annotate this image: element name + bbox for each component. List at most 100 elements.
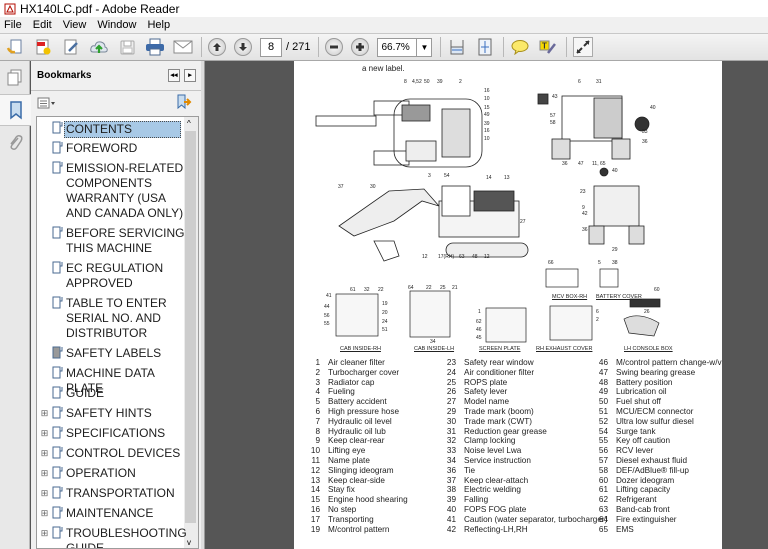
track-shape: [373, 150, 410, 166]
expand-plus-icon[interactable]: ⊞: [40, 429, 49, 438]
zoom-dropdown-button[interactable]: ▼: [417, 37, 433, 57]
callout-number: 33: [642, 129, 648, 135]
open-button[interactable]: [5, 37, 25, 57]
label-number: 6: [315, 406, 320, 416]
fit-width-button[interactable]: [447, 37, 467, 57]
bookmarks-tab-button[interactable]: [0, 94, 31, 126]
callout-number: 27: [520, 219, 526, 225]
fit-width-icon: [450, 40, 464, 55]
expand-plus-icon[interactable]: ⊞: [40, 469, 49, 478]
menu-file[interactable]: File: [4, 19, 22, 31]
minus-icon: [330, 45, 339, 49]
full-screen-button[interactable]: [573, 37, 594, 57]
bookmark-page-icon: [52, 121, 63, 134]
page-number-input[interactable]: 8: [260, 37, 282, 57]
next-page-button[interactable]: [234, 38, 252, 56]
bookmark-scrollbar[interactable]: ^ v: [184, 117, 198, 548]
caption-rh-exhaust-cover: RH EXHAUST COVER: [536, 346, 593, 352]
label-list-row: 14 Stay fix: [308, 485, 408, 495]
label-list-row: 25 ROPS plate: [444, 378, 607, 388]
panel-menu-button[interactable]: ▸: [184, 69, 196, 82]
label-description: Service instruction: [464, 455, 531, 465]
callout-number: 62: [476, 319, 482, 325]
callout-number: 56: [324, 313, 330, 319]
email-button[interactable]: [173, 37, 193, 57]
console-box-shape: [623, 315, 660, 337]
panel-splitter[interactable]: [201, 61, 205, 549]
callout-number: 31: [596, 79, 602, 85]
label-list-row: 60 Dozer ideogram: [596, 476, 722, 486]
label-list-row: 5 Battery accident: [308, 397, 408, 407]
menu-help[interactable]: Help: [147, 19, 170, 31]
expand-plus-icon[interactable]: ⊞: [40, 529, 49, 538]
edit-button[interactable]: [61, 37, 81, 57]
label-number: 36: [446, 465, 456, 475]
callout-number: 38: [612, 260, 618, 266]
label-description: RCV lever: [616, 446, 654, 456]
scroll-up-arrow-icon[interactable]: ^: [187, 119, 191, 128]
save-button[interactable]: [117, 37, 137, 57]
label-description: Battery accident: [328, 397, 387, 407]
menu-view[interactable]: View: [63, 19, 87, 31]
options-dropdown-button[interactable]: [37, 96, 57, 114]
menu-edit[interactable]: Edit: [33, 19, 52, 31]
label-description: EMS: [616, 524, 634, 534]
zoom-level-input[interactable]: 66.7%: [377, 37, 418, 57]
label-description: Fire extinguisher: [616, 514, 677, 524]
label-list-row: 58 DEF/AdBlue® fill-up: [596, 466, 722, 476]
label-number: 3: [315, 377, 320, 387]
bookmark-label: TROUBLESHOOTING GUIDE: [66, 526, 187, 549]
label-list-row: 41 Caution (water separator, turbocharger…: [444, 515, 607, 525]
label-list-row: 57 Diesel exhaust fluid: [596, 456, 722, 466]
fit-page-button[interactable]: [475, 37, 495, 57]
caption-screen-plate: SCREEN PLATE: [479, 346, 521, 352]
label-number: 5: [315, 397, 320, 407]
expand-plus-icon[interactable]: ⊞: [40, 509, 49, 518]
printer-icon: [146, 38, 164, 56]
scrollbar-thumb[interactable]: [185, 131, 196, 523]
expand-plus-icon[interactable]: ⊞: [40, 409, 49, 418]
zoom-in-button[interactable]: [351, 38, 370, 56]
expand-plus-icon[interactable]: ⊞: [40, 449, 49, 458]
label-list-row: 36 Tie: [444, 466, 607, 476]
label-list-row: 34 Service instruction: [444, 456, 607, 466]
zoom-out-button[interactable]: [325, 38, 344, 56]
expand-bookmark-button[interactable]: [176, 94, 192, 115]
label-number: 14: [310, 485, 320, 495]
boom-shape: [315, 115, 377, 127]
label-description: Radiator cap: [328, 377, 375, 387]
page-total: / 271: [286, 41, 311, 53]
toolbar-separator: [566, 37, 568, 57]
bookmark-label: CONTROL DEVICES: [66, 446, 181, 460]
upload-button[interactable]: [89, 37, 109, 57]
label-description: Fuel shut off: [616, 397, 661, 407]
page-thumbnails-button[interactable]: [0, 61, 30, 93]
comment-button[interactable]: [510, 37, 530, 57]
label-number: 31: [446, 426, 456, 436]
callout-number: 39: [437, 79, 443, 85]
bookmark-page-icon: [52, 141, 63, 154]
label-list-row: 54 Surge tank: [596, 427, 722, 437]
menu-window[interactable]: Window: [97, 19, 136, 31]
bookmark-page-icon: [52, 366, 63, 379]
caption-cab-inside-rh: CAB INSIDE-RH: [340, 346, 381, 352]
bookmark-page-icon: [52, 446, 63, 459]
label-list-row: 46 M/control pattern change-w/valve: [596, 358, 722, 368]
label-number: 38: [446, 485, 456, 495]
highlight-button[interactable]: T: [538, 37, 558, 57]
print-button[interactable]: [145, 37, 165, 57]
paperclip-icon: [10, 135, 23, 150]
collapse-panel-button[interactable]: ◂◂: [168, 69, 180, 82]
bookmark-page-icon: [52, 226, 63, 239]
previous-page-button[interactable]: [208, 38, 226, 56]
safety-labels-diagram: 8 4,52 50 39 2161015493916103 54436 3157584033…: [315, 79, 661, 345]
label-list-row: 49 Lubrication oil: [596, 387, 722, 397]
attachments-button[interactable]: [0, 127, 30, 159]
callout-number: 39: [484, 121, 490, 127]
callout-number: 43: [552, 94, 558, 100]
label-list-row: 7 Hydraulic oil level: [308, 417, 408, 427]
bookmark-label: MAINTENANCE: [66, 506, 154, 520]
create-pdf-button[interactable]: [33, 37, 53, 57]
scroll-down-arrow-icon[interactable]: v: [187, 538, 191, 547]
expand-plus-icon[interactable]: ⊞: [40, 489, 49, 498]
